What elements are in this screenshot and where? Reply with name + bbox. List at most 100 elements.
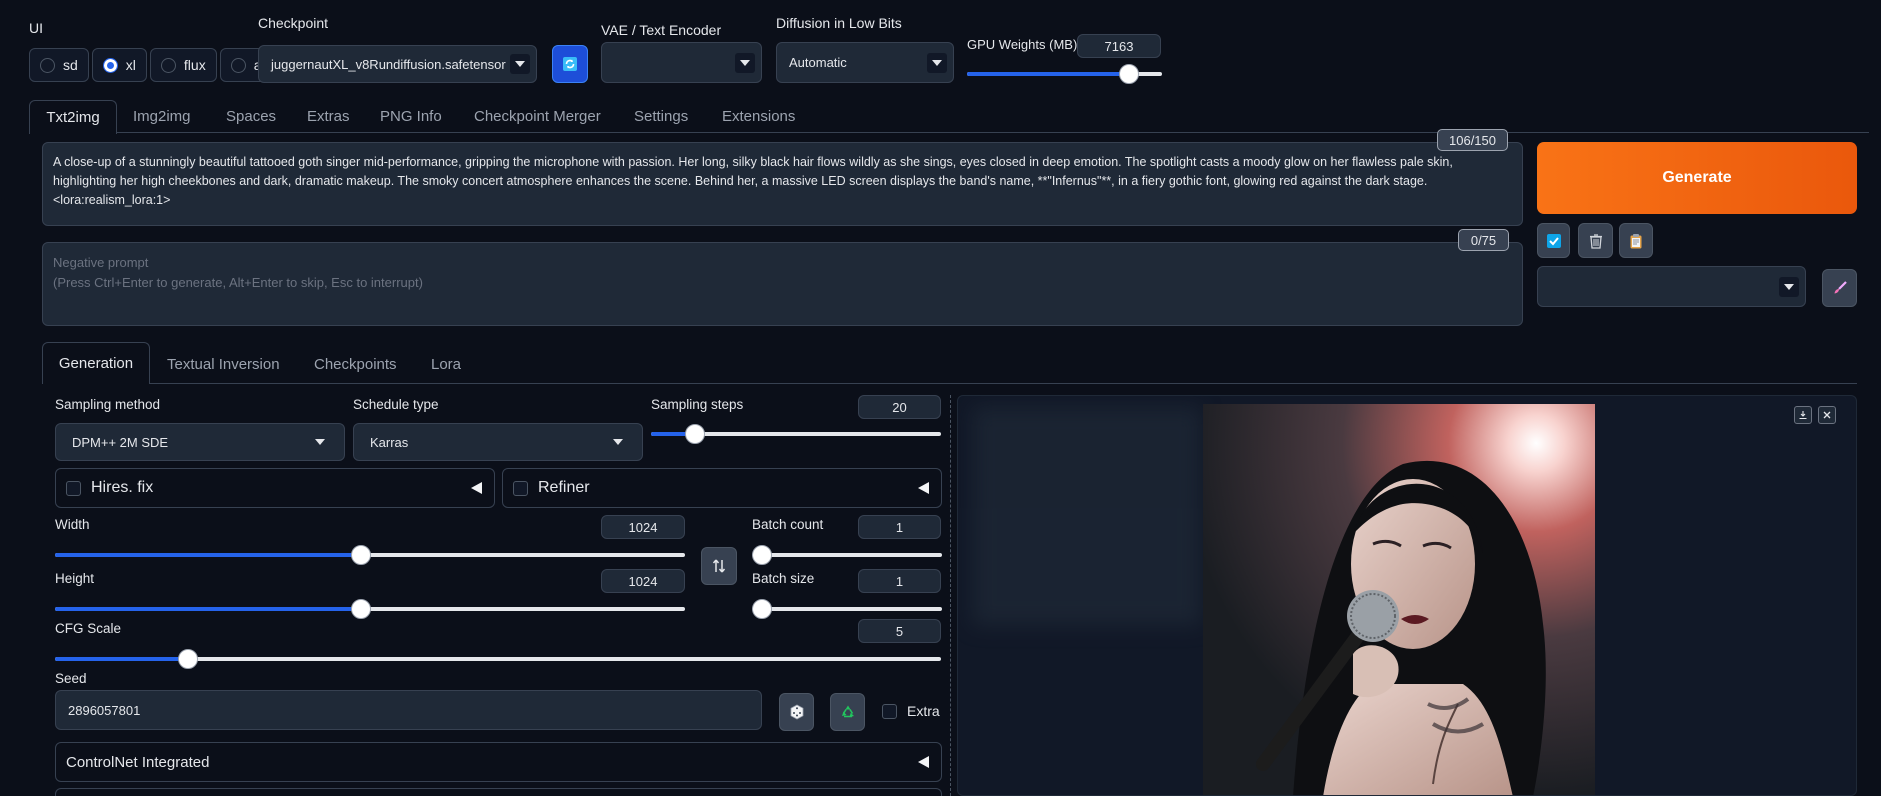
cfg-scale-input[interactable]: 5 — [858, 619, 941, 643]
hires-fix-checkbox[interactable] — [66, 480, 81, 496]
cfg-slider-fill — [55, 657, 188, 661]
ui-option-flux[interactable]: flux — [149, 48, 217, 82]
negative-token-counter: 0/75 — [1458, 229, 1509, 251]
radio-xl[interactable] — [102, 57, 118, 73]
batch-count-slider[interactable] — [752, 545, 942, 565]
gpu-weights-slider[interactable] — [967, 64, 1162, 84]
radio-sd[interactable] — [40, 57, 55, 73]
random-seed-button[interactable] — [779, 693, 814, 731]
tab-settings[interactable]: Settings — [634, 108, 688, 125]
singer-portrait-image — [1203, 404, 1595, 795]
subtab-checkpoints[interactable]: Checkpoints — [314, 356, 397, 373]
chevron-down-icon — [608, 432, 628, 452]
refiner-accordion[interactable]: Refiner — [502, 468, 942, 508]
output-gallery — [957, 395, 1857, 796]
close-image-button[interactable] — [1818, 406, 1836, 424]
height-input[interactable]: 1024 — [601, 569, 685, 593]
batch-size-thumb[interactable] — [752, 599, 772, 619]
ui-label: UI — [29, 20, 43, 36]
gpu-slider-fill — [967, 72, 1129, 76]
tab-png-info[interactable]: PNG Info — [380, 108, 442, 125]
tab-extras[interactable]: Extras — [307, 108, 350, 125]
controlnet-accordion[interactable]: ControlNet Integrated — [55, 742, 942, 782]
refresh-checkpoint-button[interactable] — [552, 45, 588, 83]
batch-count-thumb[interactable] — [752, 545, 772, 565]
width-slider-fill — [55, 553, 361, 557]
batch-size-slider[interactable] — [752, 599, 942, 619]
swap-dimensions-button[interactable] — [701, 547, 737, 585]
generated-image[interactable] — [1203, 404, 1595, 795]
sampling-method-dropdown[interactable]: DPM++ 2M SDE — [55, 423, 345, 461]
download-image-button[interactable] — [1794, 406, 1812, 424]
batch-size-input[interactable]: 1 — [858, 569, 941, 593]
sampling-steps-input[interactable]: 20 — [858, 395, 941, 419]
brush-icon — [1834, 281, 1847, 294]
prompt-textarea[interactable]: A close-up of a stunningly beautiful tat… — [42, 142, 1523, 226]
styles-dropdown[interactable] — [1537, 266, 1806, 307]
gpu-slider-thumb[interactable] — [1119, 64, 1139, 84]
batch-count-input[interactable]: 1 — [858, 515, 941, 539]
batch-count-label: Batch count — [752, 517, 824, 532]
checkpoint-dropdown[interactable]: juggernautXL_v8Rundiffusion.safetensor — [258, 45, 537, 83]
width-label: Width — [55, 517, 90, 532]
radio-all[interactable] — [230, 57, 246, 73]
tab-img2img[interactable]: Img2img — [133, 108, 191, 125]
close-icon — [1823, 411, 1831, 419]
subtab-textual-inversion[interactable]: Textual Inversion — [167, 356, 280, 373]
tab-extensions[interactable]: Extensions — [722, 108, 795, 125]
dice-icon — [790, 704, 803, 720]
height-slider-thumb[interactable] — [351, 599, 371, 619]
clear-prompt-button[interactable] — [1578, 223, 1613, 258]
cfg-scale-label: CFG Scale — [55, 621, 122, 636]
chevron-down-icon — [1779, 276, 1799, 297]
tab-txt2img[interactable]: Txt2img — [29, 100, 117, 134]
clipboard-icon — [1630, 233, 1642, 248]
cfg-scale-slider[interactable] — [55, 649, 941, 669]
width-slider[interactable] — [55, 545, 685, 565]
subtab-lora[interactable]: Lora — [431, 356, 461, 373]
extra-seed-toggle[interactable]: Extra — [882, 703, 940, 719]
refresh-icon — [563, 57, 577, 71]
collapse-arrow-icon — [471, 482, 482, 494]
subtab-generation[interactable]: Generation — [42, 342, 150, 384]
tab-spaces[interactable]: Spaces — [226, 108, 276, 125]
sampling-steps-slider[interactable] — [651, 424, 941, 444]
diffusion-dropdown[interactable]: Automatic — [776, 42, 954, 83]
ui-option-sd[interactable]: sd — [29, 48, 89, 82]
paste-prompt-button[interactable] — [1619, 223, 1653, 258]
hires-fix-accordion[interactable]: Hires. fix — [55, 468, 495, 508]
vae-dropdown[interactable] — [601, 42, 762, 83]
reuse-seed-button[interactable] — [830, 693, 865, 731]
cfg-slider-thumb[interactable] — [178, 649, 198, 669]
radio-flux[interactable] — [160, 57, 176, 73]
ui-option-xl[interactable]: xl — [91, 48, 147, 82]
checkpoint-label: Checkpoint — [258, 15, 329, 31]
extra-checkbox[interactable] — [882, 703, 897, 719]
generate-button[interactable]: Generate — [1537, 142, 1857, 214]
recycle-icon — [841, 705, 854, 718]
diffusion-label: Diffusion in Low Bits — [776, 15, 902, 31]
height-label: Height — [55, 571, 95, 586]
sampling-steps-label: Sampling steps — [651, 397, 744, 412]
width-slider-thumb[interactable] — [351, 545, 371, 565]
negative-prompt-textarea[interactable]: Negative prompt (Press Ctrl+Enter to gen… — [42, 242, 1523, 326]
collapse-arrow-icon — [918, 482, 929, 494]
seed-input[interactable]: 2896057801 — [55, 690, 762, 730]
schedule-type-dropdown[interactable]: Karras — [353, 423, 643, 461]
batch-size-label: Batch size — [752, 571, 815, 586]
gpu-weights-label: GPU Weights (MB) — [967, 37, 1078, 52]
gpu-weights-input[interactable]: 7163 — [1077, 34, 1161, 58]
collapse-arrow-icon — [918, 756, 929, 768]
tab-checkpoint-merger[interactable]: Checkpoint Merger — [474, 108, 601, 125]
download-icon — [1799, 411, 1807, 420]
height-slider-fill — [55, 607, 361, 611]
height-slider[interactable] — [55, 599, 685, 619]
checkbox-icon — [1546, 233, 1561, 248]
show-extra-networks-button[interactable] — [1537, 223, 1570, 258]
sampling-method-label: Sampling method — [55, 397, 161, 412]
width-input[interactable]: 1024 — [601, 515, 685, 539]
steps-slider-thumb[interactable] — [685, 424, 705, 444]
refiner-checkbox[interactable] — [513, 480, 528, 496]
edit-styles-button[interactable] — [1822, 269, 1857, 307]
chevron-down-icon — [735, 52, 755, 73]
